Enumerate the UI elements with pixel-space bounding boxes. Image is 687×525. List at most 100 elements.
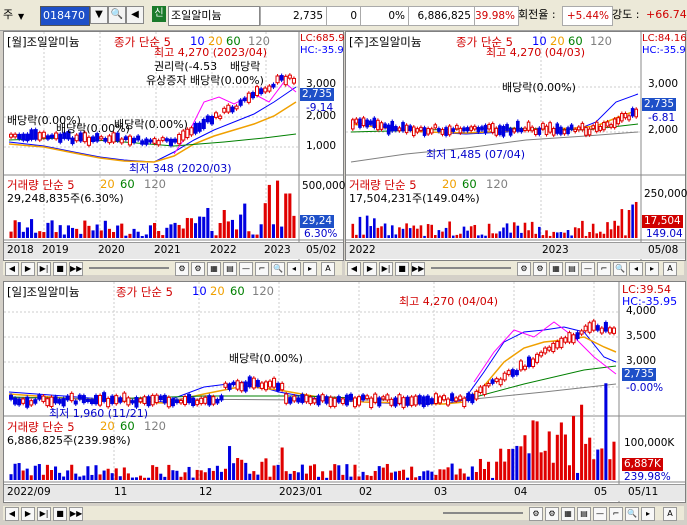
volume-bar <box>42 232 46 238</box>
arrow-left-icon[interactable]: ◂ <box>287 262 301 276</box>
zoom-icon[interactable]: 🔍 <box>271 262 285 276</box>
fast-forward-icon[interactable]: ▶| <box>37 262 51 276</box>
candle <box>413 395 418 406</box>
zoom-icon[interactable]: 🔍 <box>613 262 627 276</box>
volume-bar <box>247 231 251 238</box>
stop-icon[interactable]: ■ <box>53 507 67 521</box>
play-icon[interactable]: ▶ <box>363 262 377 276</box>
volume-bar <box>98 474 102 480</box>
candle <box>365 119 369 128</box>
table-icon[interactable]: ▤ <box>577 507 591 521</box>
candle <box>569 124 574 130</box>
end-icon[interactable]: ▶▶ <box>411 262 425 276</box>
gear-icon[interactable]: ⚙ <box>533 262 547 276</box>
monthly-x-2023: 2023 <box>264 244 291 256</box>
candle <box>634 108 639 118</box>
volume-bar <box>373 218 376 238</box>
play-icon[interactable]: ▶ <box>21 507 35 521</box>
scroll-left-icon[interactable]: ◀ <box>5 507 19 521</box>
volume-bar <box>357 476 361 480</box>
daily-ma120: 120 <box>252 284 274 298</box>
volume-bar <box>509 232 512 238</box>
text-tool-icon[interactable]: A <box>663 507 677 521</box>
gear-icon[interactable]: ⚙ <box>191 262 205 276</box>
fast-forward-icon[interactable]: ▶| <box>379 262 393 276</box>
volume-bar <box>351 223 355 238</box>
candle <box>154 394 159 404</box>
candle <box>404 124 409 134</box>
text-tool-icon[interactable]: A <box>663 262 677 276</box>
volume-bar <box>153 222 157 238</box>
settings-icon[interactable]: ⚙ <box>529 507 543 521</box>
weekly-chart-panel[interactable]: [주]조일알미늄 종가 단순 5 10 20 60 120 LC:84.16 H… <box>345 31 687 261</box>
candle <box>620 113 624 122</box>
volume-bar <box>124 235 128 238</box>
arrow-left-icon[interactable]: ◂ <box>629 262 643 276</box>
daily-chart-panel[interactable]: [일]조일알미늄 종가 단순 5 10 20 60 120 LC:39.54 H… <box>3 281 686 503</box>
speaker-icon[interactable]: ◀ <box>126 6 144 24</box>
zoom-slider[interactable] <box>89 267 169 269</box>
candle <box>405 396 410 406</box>
minus-icon[interactable]: — <box>581 262 595 276</box>
candle <box>86 136 92 146</box>
monthly-ann-rights-div: 유상증자 배당락(0.00%) <box>146 74 264 87</box>
volume-bar <box>17 463 21 480</box>
scroll-left-icon[interactable]: ◀ <box>347 262 361 276</box>
search-icon[interactable]: 🔍 <box>108 6 126 24</box>
volume-bar <box>520 232 523 238</box>
volume-bar <box>181 228 185 238</box>
volume-bar <box>264 458 268 480</box>
crosshair-icon[interactable]: ⌐ <box>255 262 269 276</box>
table-icon[interactable]: ▤ <box>223 262 237 276</box>
end-icon[interactable]: ▶▶ <box>69 507 83 521</box>
volume-bar <box>161 235 165 238</box>
monthly-chart-panel[interactable]: [월]조일알미늄 종가 단순 5 10 20 60 120 LC:685.9 H… <box>3 31 345 261</box>
volume-bar <box>563 434 567 480</box>
volume-bar <box>604 383 608 480</box>
minus-icon[interactable]: — <box>593 507 607 521</box>
candle <box>466 392 471 402</box>
grid-icon[interactable]: ▦ <box>549 262 563 276</box>
end-icon[interactable]: ▶▶ <box>69 262 83 276</box>
arrow-right-icon[interactable]: ▸ <box>303 262 317 276</box>
text-tool-icon[interactable]: A <box>321 262 335 276</box>
candle <box>458 127 463 134</box>
volume-bar <box>545 230 548 238</box>
zoom-icon[interactable]: 🔍 <box>625 507 639 521</box>
table-icon[interactable]: ▤ <box>565 262 579 276</box>
crosshair-icon[interactable]: ⌐ <box>597 262 611 276</box>
volume-bar <box>136 231 140 238</box>
market-dropdown-icon[interactable]: ▼ <box>18 8 24 26</box>
scroll-left-icon[interactable]: ◀ <box>5 262 19 276</box>
crosshair-icon[interactable]: ⌐ <box>609 507 623 521</box>
play-icon[interactable]: ▶ <box>21 262 35 276</box>
candle <box>37 394 42 400</box>
daily-vol-ma20: 20 <box>100 419 115 433</box>
code-dropdown-button[interactable]: ▼ <box>90 6 108 24</box>
grid-icon[interactable]: ▦ <box>561 507 575 521</box>
volume-bar <box>482 469 487 480</box>
stock-code-input[interactable]: 018470 <box>40 6 90 26</box>
settings-icon[interactable]: ⚙ <box>517 262 531 276</box>
volume-bar <box>148 225 152 238</box>
stop-icon[interactable]: ■ <box>53 262 67 276</box>
minus-icon[interactable]: — <box>239 262 253 276</box>
volume-bar <box>419 225 423 238</box>
gear-icon[interactable]: ⚙ <box>545 507 559 521</box>
zoom-slider[interactable] <box>443 512 523 514</box>
candle <box>505 124 509 131</box>
volume-bar <box>183 472 187 480</box>
weekly-x-axis: 2022 2023 05/08 <box>346 242 685 259</box>
arrow-right-icon[interactable]: ▸ <box>645 262 659 276</box>
candle <box>573 128 578 133</box>
settings-icon[interactable]: ⚙ <box>175 262 189 276</box>
grid-icon[interactable]: ▦ <box>207 262 221 276</box>
stop-icon[interactable]: ■ <box>395 262 409 276</box>
volume-bar <box>547 431 551 480</box>
zoom-slider[interactable] <box>431 267 511 269</box>
candle <box>324 396 329 404</box>
daily-ma10: 10 <box>192 284 207 298</box>
arrow-right-icon[interactable]: ▸ <box>641 507 655 521</box>
candle <box>178 400 184 404</box>
fast-forward-icon[interactable]: ▶| <box>37 507 51 521</box>
